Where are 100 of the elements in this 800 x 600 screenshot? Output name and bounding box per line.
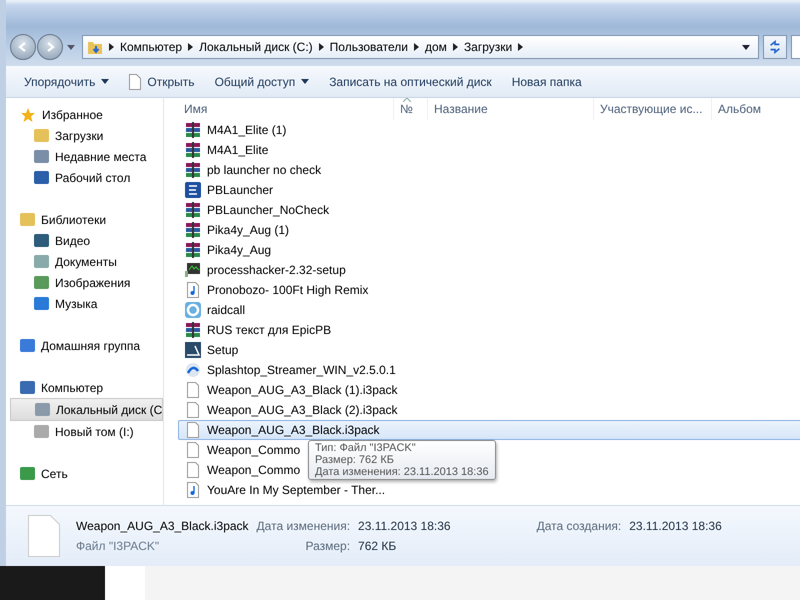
archive-icon bbox=[185, 222, 201, 238]
file-row[interactable]: Setup bbox=[178, 340, 244, 360]
archive-icon bbox=[185, 162, 201, 178]
file-row[interactable]: YouAre In My September - Ther... bbox=[178, 480, 390, 500]
file-icon bbox=[185, 422, 201, 438]
file-row[interactable]: Weapon_AUG_A3_Black (1).i3pack bbox=[178, 380, 403, 400]
address-bar[interactable]: Компьютер Локальный диск (C:) Пользователи дом Загрузки bbox=[82, 35, 759, 59]
music-note-icon bbox=[185, 482, 201, 498]
file-row[interactable]: Pika4y_Aug bbox=[178, 240, 276, 260]
file-row[interactable]: M4A1_Elite (1) bbox=[178, 120, 292, 140]
file-icon bbox=[185, 402, 201, 418]
file-row[interactable]: Pronobozo- 100Ft High Remix bbox=[178, 280, 374, 300]
file-name: Weapon_Commo bbox=[207, 443, 300, 457]
chevron-icon[interactable] bbox=[518, 43, 524, 51]
chevron-icon[interactable] bbox=[318, 43, 324, 51]
chevron-icon[interactable] bbox=[414, 43, 419, 51]
file-row[interactable]: Weapon_Commo bbox=[178, 440, 306, 460]
file-name: M4A1_Elite bbox=[207, 143, 268, 157]
breadcrumb[interactable]: Локальный диск (C:) bbox=[199, 40, 313, 54]
sidebar-item[interactable]: Документы bbox=[6, 251, 163, 272]
menu-button[interactable]: Упорядочить bbox=[16, 70, 118, 92]
sidebar-item[interactable]: Библиотеки bbox=[6, 209, 163, 230]
archive-icon bbox=[185, 142, 201, 158]
sidebar-item[interactable]: Компьютер bbox=[6, 377, 163, 398]
file-row[interactable]: Weapon_Commo bbox=[178, 460, 306, 480]
toolbar-button[interactable]: Новая папка bbox=[504, 70, 590, 92]
file-name: Weapon_AUG_A3_Black.i3pack bbox=[207, 423, 380, 437]
column-header[interactable]: Участвующие ис... bbox=[594, 98, 712, 120]
app-icon bbox=[185, 182, 201, 198]
sidebar-item[interactable]: Рабочий стол bbox=[6, 167, 163, 188]
file-name: M4A1_Elite (1) bbox=[207, 123, 286, 137]
app-icon bbox=[185, 302, 201, 318]
sidebar-item[interactable]: Недавние места bbox=[6, 146, 163, 167]
file-row[interactable]: M4A1_Elite bbox=[178, 140, 274, 160]
toolbar-button[interactable]: Записать на оптический диск bbox=[321, 70, 500, 92]
column-header[interactable]: Имя bbox=[178, 98, 394, 120]
sidebar-item[interactable]: Избранное bbox=[6, 104, 163, 125]
file-name: Weapon_AUG_A3_Black (1).i3pack bbox=[207, 383, 398, 397]
file-row[interactable]: processhacker-2.32-setup bbox=[178, 260, 351, 280]
archive-icon bbox=[185, 202, 201, 218]
folder-icon bbox=[87, 39, 103, 55]
sidebar-item[interactable]: Домашняя группа bbox=[6, 335, 163, 356]
refresh-button[interactable] bbox=[763, 35, 787, 59]
file-row[interactable]: PBLauncher bbox=[178, 180, 278, 200]
detail-label: Дата создания: bbox=[536, 519, 622, 533]
chevron-icon[interactable] bbox=[452, 43, 458, 51]
detail-value: 762 КБ bbox=[358, 539, 398, 553]
app-icon bbox=[185, 362, 201, 378]
back-button[interactable] bbox=[10, 34, 36, 60]
file-row[interactable]: Weapon_AUG_A3_Black (2).i3pack bbox=[178, 400, 403, 420]
menu-button[interactable]: Общий доступ bbox=[206, 70, 318, 92]
detail-value: 23.11.2013 18:36 bbox=[629, 519, 722, 533]
sort-caret-icon bbox=[403, 98, 411, 102]
installer-icon bbox=[185, 342, 201, 358]
sidebar-item[interactable]: Локальный диск (С bbox=[10, 398, 163, 421]
file-name: Pika4y_Aug (1) bbox=[207, 223, 290, 237]
breadcrumb[interactable]: Пользователи bbox=[330, 40, 408, 54]
file-row[interactable]: Splashtop_Streamer_WIN_v2.5.0.1 bbox=[178, 360, 401, 380]
file-name: Pronobozo- 100Ft High Remix bbox=[207, 283, 368, 297]
sidebar-item[interactable]: Изображения bbox=[6, 272, 163, 293]
monitor-icon bbox=[185, 262, 201, 278]
column-header[interactable]: № bbox=[394, 98, 428, 120]
archive-icon bbox=[185, 122, 201, 138]
detail-label: Дата изменения: bbox=[256, 519, 350, 533]
file-type: Файл "I3PACK" bbox=[76, 539, 160, 553]
file-name: raidcall bbox=[207, 303, 246, 317]
file-row[interactable]: pb launcher no check bbox=[178, 160, 326, 180]
column-header[interactable]: Альбом bbox=[712, 98, 792, 120]
search-field[interactable] bbox=[791, 35, 800, 59]
chevron-icon[interactable] bbox=[109, 43, 114, 51]
column-header[interactable]: Название bbox=[428, 98, 594, 120]
document-icon bbox=[129, 74, 142, 90]
file-name: Weapon_Commo bbox=[207, 463, 300, 477]
file-name: pb launcher no check bbox=[207, 163, 322, 177]
breadcrumb[interactable]: Загрузки bbox=[464, 40, 512, 54]
file-row[interactable]: Weapon_AUG_A3_Black.i3pack bbox=[178, 420, 800, 440]
breadcrumb[interactable]: Компьютер bbox=[120, 40, 182, 54]
star-icon bbox=[20, 106, 36, 122]
file-icon bbox=[185, 462, 201, 478]
detail-label: Размер: bbox=[304, 539, 350, 553]
file-name: processhacker-2.32-setup bbox=[207, 263, 346, 277]
file-row[interactable]: raidcall bbox=[178, 300, 250, 320]
file-row[interactable]: Pika4y_Aug (1) bbox=[178, 220, 294, 240]
tooltip-line: Дата изменения: 23.11.2013 18:36 bbox=[315, 466, 489, 478]
file-name: Pika4y_Aug bbox=[207, 243, 272, 257]
sidebar-item[interactable]: Новый том (I:) bbox=[6, 421, 163, 442]
music-note-icon bbox=[185, 282, 201, 298]
file-name: YouAre In My September - Ther... bbox=[207, 483, 386, 497]
file-name: PBLauncher_NoCheck bbox=[207, 203, 330, 217]
file-row[interactable]: RUS текст для EpicPB bbox=[178, 320, 336, 340]
sidebar-item[interactable]: Музыка bbox=[6, 293, 163, 314]
file-row[interactable]: PBLauncher_NoCheck bbox=[178, 200, 334, 220]
sidebar-item[interactable]: Видео bbox=[6, 230, 163, 251]
breadcrumb[interactable]: дом bbox=[425, 40, 447, 54]
sidebar-item[interactable]: Загрузки bbox=[6, 125, 163, 146]
open-button[interactable]: Открыть bbox=[121, 70, 203, 94]
chevron-icon[interactable] bbox=[188, 43, 194, 51]
forward-button[interactable] bbox=[37, 34, 63, 60]
caret-icon[interactable] bbox=[742, 44, 750, 50]
sidebar-item[interactable]: Сеть bbox=[6, 463, 163, 484]
